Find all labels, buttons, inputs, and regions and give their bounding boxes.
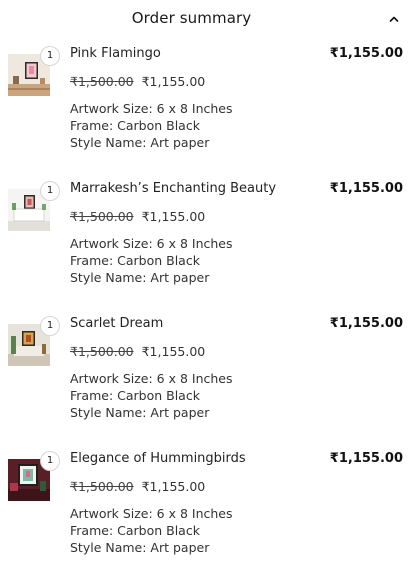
attribute-style-name: Style Name: Art paper	[70, 270, 210, 285]
product-thumbnail-wrap: 1	[8, 451, 60, 501]
attribute-artwork-size: Artwork Size: 6 x 8 Inches	[70, 371, 233, 386]
order-item: 1 Marrakesh’s Enchanting Beauty ₹1,155.0…	[0, 181, 413, 311]
attribute-style-name: Style Name: Art paper	[70, 540, 210, 555]
sale-price: ₹1,155.00	[141, 344, 206, 359]
product-thumbnail-wrap: 1	[8, 316, 60, 366]
product-thumbnail-wrap: 1	[8, 181, 60, 231]
attribute-artwork-size: Artwork Size: 6 x 8 Inches	[70, 506, 233, 521]
quantity-badge: 1	[40, 46, 60, 66]
attribute-frame: Frame: Carbon Black	[70, 118, 200, 133]
price-row: ₹1,500.00 ₹1,155.00	[70, 479, 205, 494]
sale-price: ₹1,155.00	[141, 479, 206, 494]
attribute-style-name: Style Name: Art paper	[70, 405, 210, 420]
quantity-badge: 1	[40, 316, 60, 336]
order-item: 1 Pink Flamingo ₹1,155.00 ₹1,500.00 ₹1,1…	[0, 46, 413, 176]
attribute-frame: Frame: Carbon Black	[70, 523, 200, 538]
original-price: ₹1,500.00	[70, 479, 134, 494]
original-price: ₹1,500.00	[70, 74, 134, 89]
product-attributes: Artwork Size: 6 x 8 Inches Frame: Carbon…	[70, 235, 233, 286]
line-total: ₹1,155.00	[329, 316, 403, 331]
product-name: Pink Flamingo	[70, 46, 161, 61]
price-row: ₹1,500.00 ₹1,155.00	[70, 344, 205, 359]
quantity-badge: 1	[40, 451, 60, 471]
quantity-badge: 1	[40, 181, 60, 201]
attribute-artwork-size: Artwork Size: 6 x 8 Inches	[70, 101, 233, 116]
order-item: 1 Scarlet Dream ₹1,155.00 ₹1,500.00 ₹1,1…	[0, 316, 413, 446]
product-thumbnail-wrap: 1	[8, 46, 60, 96]
sale-price: ₹1,155.00	[141, 74, 206, 89]
chevron-up-icon[interactable]	[389, 14, 399, 24]
price-row: ₹1,500.00 ₹1,155.00	[70, 74, 205, 89]
line-total: ₹1,155.00	[329, 451, 403, 466]
order-summary-title: Order summary	[131, 9, 252, 27]
product-attributes: Artwork Size: 6 x 8 Inches Frame: Carbon…	[70, 505, 233, 556]
price-row: ₹1,500.00 ₹1,155.00	[70, 209, 205, 224]
attribute-artwork-size: Artwork Size: 6 x 8 Inches	[70, 236, 233, 251]
attribute-frame: Frame: Carbon Black	[70, 388, 200, 403]
product-attributes: Artwork Size: 6 x 8 Inches Frame: Carbon…	[70, 370, 233, 421]
order-item: 1 Elegance of Hummingbirds ₹1,155.00 ₹1,…	[0, 451, 413, 581]
product-name: Marrakesh’s Enchanting Beauty	[70, 181, 277, 196]
order-summary-header[interactable]: Order summary	[0, 0, 413, 38]
product-name: Elegance of Hummingbirds	[70, 451, 246, 466]
product-attributes: Artwork Size: 6 x 8 Inches Frame: Carbon…	[70, 100, 233, 151]
attribute-style-name: Style Name: Art paper	[70, 135, 210, 150]
sale-price: ₹1,155.00	[141, 209, 206, 224]
line-total: ₹1,155.00	[329, 46, 403, 61]
line-total: ₹1,155.00	[329, 181, 403, 196]
product-name: Scarlet Dream	[70, 316, 164, 331]
attribute-frame: Frame: Carbon Black	[70, 253, 200, 268]
original-price: ₹1,500.00	[70, 344, 134, 359]
original-price: ₹1,500.00	[70, 209, 134, 224]
